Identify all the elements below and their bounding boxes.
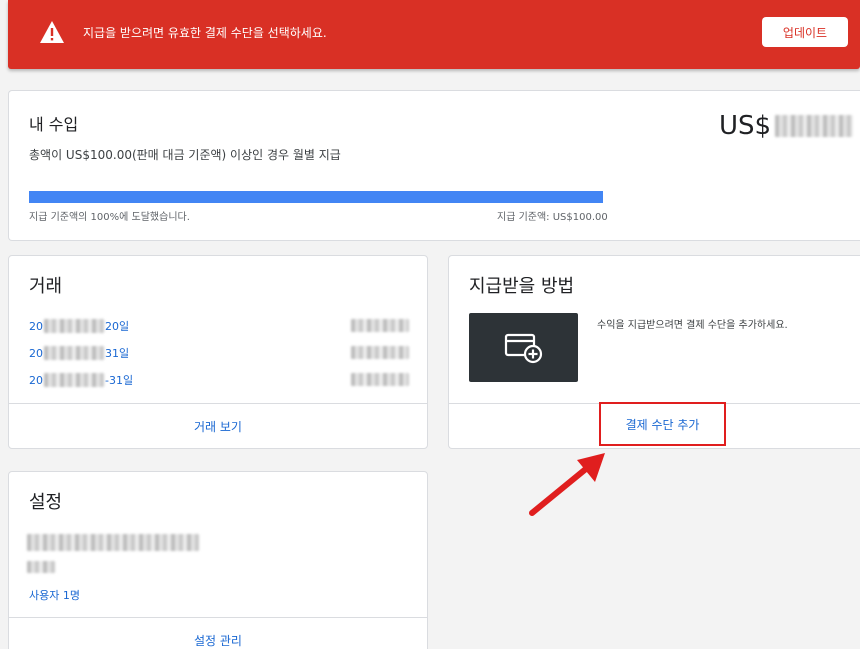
payment-description: 수익을 지급받으려면 결제 수단을 추가하세요.	[597, 320, 788, 331]
update-button[interactable]: 업데이트	[762, 17, 848, 47]
transaction-row[interactable]: 20 31일	[29, 345, 409, 361]
blurred-amount	[351, 373, 409, 386]
red-arrow-annotation	[529, 453, 605, 516]
blurred-date	[44, 346, 104, 360]
transaction-row[interactable]: 20 -31일	[29, 372, 409, 388]
blurred-account-detail	[27, 561, 55, 573]
transaction-date[interactable]: 20 31일	[29, 345, 129, 361]
transaction-date[interactable]: 20 -31일	[29, 372, 133, 388]
settings-card: 설정 사용자 1명 설정 관리	[8, 471, 428, 649]
blurred-amount	[775, 115, 854, 137]
payment-tile	[469, 313, 578, 382]
card-divider	[9, 617, 427, 618]
date-suffix: -31일	[105, 374, 134, 387]
blurred-account-info	[27, 534, 199, 551]
payment-title: 지급받을 방법	[469, 276, 575, 297]
date-prefix: 20	[29, 319, 43, 333]
progress-left-label: 지급 기준액의 100%에 도달했습니다.	[29, 212, 190, 223]
card-divider	[9, 403, 427, 404]
date-suffix: 20일	[105, 320, 130, 333]
users-link[interactable]: 사용자 1명	[29, 587, 80, 603]
payout-progress-bar	[29, 191, 603, 203]
add-card-icon	[504, 333, 542, 363]
alert-banner: 지급을 받으려면 유효한 결제 수단을 선택하세요. 업데이트	[8, 0, 860, 69]
earnings-card: 내 수입 총액이 US$100.00(판매 대금 기준액) 이상인 경우 월별 …	[8, 90, 860, 241]
currency-prefix: US$	[719, 111, 772, 141]
blurred-date	[44, 373, 104, 387]
transaction-date[interactable]: 20 20일	[29, 318, 129, 334]
blurred-amount	[351, 346, 409, 359]
earnings-description: 총액이 US$100.00(판매 대금 기준액) 이상인 경우 월별 지급	[29, 148, 341, 162]
payout-progress-fill	[29, 191, 603, 203]
earnings-amount: US$	[719, 111, 854, 141]
transactions-title: 거래	[29, 276, 63, 297]
transaction-row[interactable]: 20 20일	[29, 318, 409, 334]
view-transactions-link[interactable]: 거래 보기	[9, 418, 427, 435]
warning-icon	[40, 21, 64, 43]
payment-method-card: 지급받을 방법 수익을 지급받으려면 결제 수단을 추가하세요. 결제 수단 추…	[448, 255, 860, 449]
add-payment-method-label: 결제 수단 추가	[625, 417, 700, 432]
add-payment-method-button[interactable]: 결제 수단 추가	[599, 402, 726, 446]
date-prefix: 20	[29, 346, 43, 360]
blurred-amount	[351, 319, 409, 332]
transactions-card: 거래 20 20일 20 31일 20 -31일 거래 보기	[8, 255, 428, 449]
earnings-title: 내 수입	[29, 115, 79, 134]
date-prefix: 20	[29, 373, 43, 387]
settings-title: 설정	[29, 492, 63, 513]
blurred-date	[44, 319, 104, 333]
date-suffix: 31일	[105, 347, 130, 360]
alert-message: 지급을 받으려면 유효한 결제 수단을 선택하세요.	[83, 26, 327, 40]
progress-right-label: 지급 기준액: US$100.00	[497, 212, 608, 223]
manage-settings-link[interactable]: 설정 관리	[9, 632, 427, 649]
